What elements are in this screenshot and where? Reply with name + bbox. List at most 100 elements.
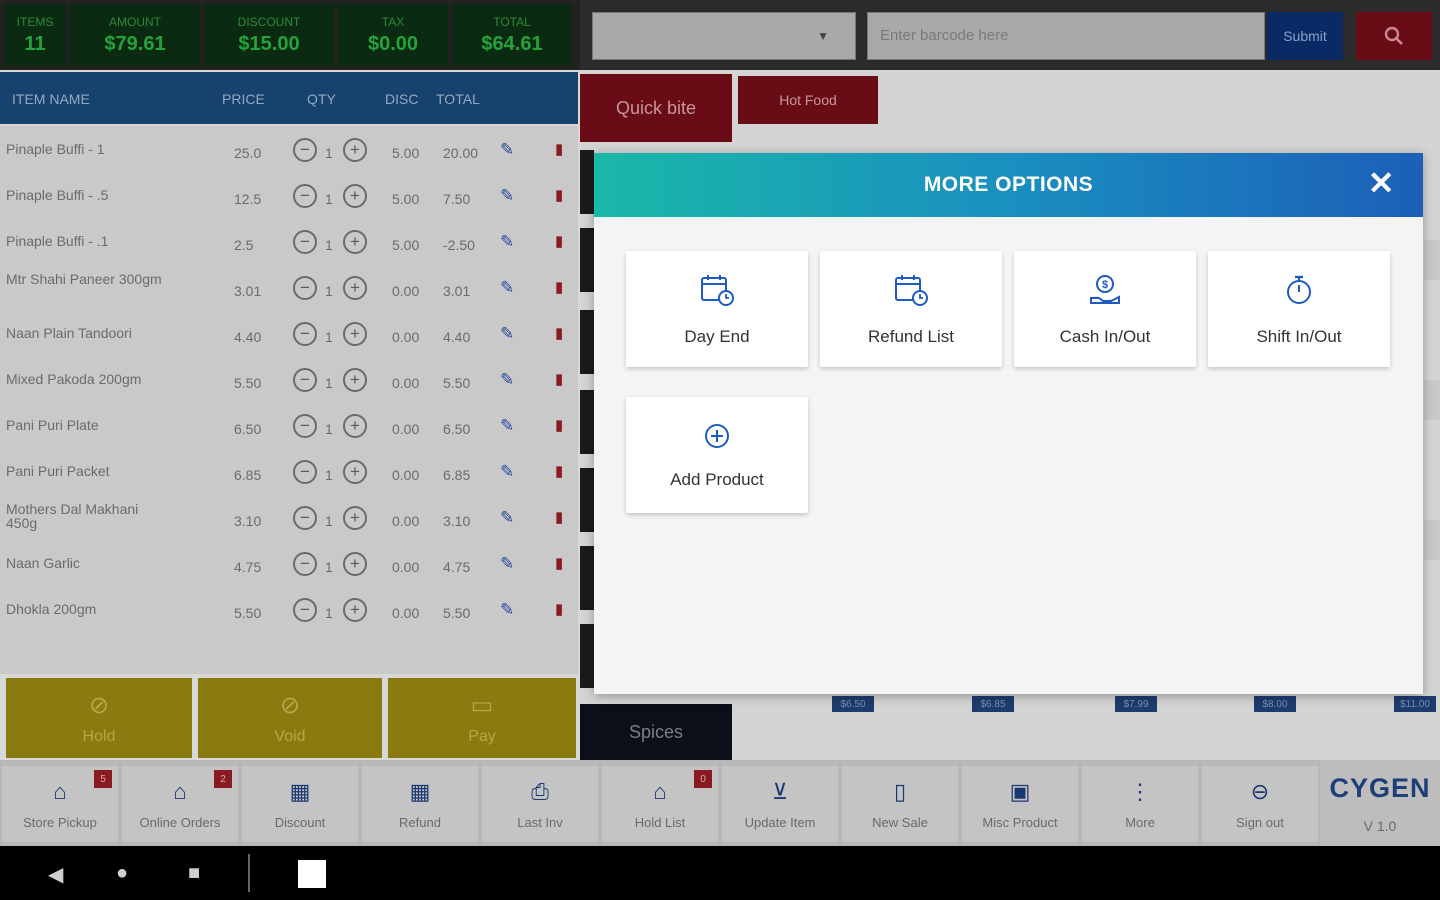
category-hot-food[interactable]: Hot Food — [738, 76, 878, 124]
table-row[interactable]: Pinaple Buffi - 1 25.0 − 1 + 5.00 20.00 … — [0, 128, 578, 172]
minus-icon[interactable]: − — [293, 322, 317, 346]
trash-icon[interactable]: ▮ — [555, 554, 563, 572]
table-row[interactable]: Naan Garlic 4.75 − 1 + 0.00 4.75 ✎ ▮ — [0, 542, 578, 586]
summary-amount: AMOUNT $79.61 — [70, 4, 200, 66]
home-icon[interactable]: ● — [116, 862, 128, 885]
edit-icon[interactable]: ✎ — [500, 416, 514, 436]
void-button[interactable]: ⊘ Void — [198, 678, 382, 758]
cash-in-out-option[interactable]: $ Cash In/Out — [1014, 251, 1196, 367]
category-tab[interactable] — [580, 150, 594, 214]
trash-icon[interactable]: ▮ — [555, 324, 563, 342]
minus-icon[interactable]: − — [293, 184, 317, 208]
category-tab[interactable] — [580, 468, 594, 532]
last-inv-button[interactable]: ⎙ Last Inv — [482, 766, 598, 842]
barcode-input[interactable]: Enter barcode here — [867, 12, 1265, 60]
trash-icon[interactable]: ▮ — [555, 278, 563, 296]
more-button[interactable]: ⋮ More — [1082, 766, 1198, 842]
edit-icon[interactable]: ✎ — [500, 462, 514, 482]
trash-icon[interactable]: ▮ — [555, 186, 563, 204]
update-item-button[interactable]: ⊻ Update Item — [722, 766, 838, 842]
table-row[interactable]: Pinaple Buffi - .1 2.5 − 1 + 5.00 -2.50 … — [0, 220, 578, 264]
more-options-dialog: MORE OPTIONS ✕ Day End Refund List $ Cas… — [594, 153, 1423, 694]
search-button[interactable] — [1356, 12, 1432, 60]
table-row[interactable]: Pani Puri Plate 6.50 − 1 + 0.00 6.50 ✎ ▮ — [0, 404, 578, 448]
edit-icon[interactable]: ✎ — [500, 324, 514, 344]
minus-icon[interactable]: − — [293, 552, 317, 576]
add-product-option[interactable]: Add Product — [626, 397, 808, 513]
misc-product-button[interactable]: ▣ Misc Product — [962, 766, 1078, 842]
trash-icon[interactable]: ▮ — [555, 508, 563, 526]
minus-icon[interactable]: − — [293, 598, 317, 622]
minus-icon[interactable]: − — [293, 368, 317, 392]
plus-icon[interactable]: + — [343, 368, 367, 392]
plus-icon[interactable]: + — [343, 230, 367, 254]
minus-icon[interactable]: − — [293, 506, 317, 530]
table-row[interactable]: Mtr Shahi Paneer 300gm 3.01 − 1 + 0.00 3… — [0, 266, 578, 310]
pinned-app-icon[interactable] — [298, 860, 326, 888]
product-tile[interactable] — [1424, 520, 1440, 560]
discount-button[interactable]: ▦ Discount — [242, 766, 358, 842]
product-tile[interactable] — [1424, 380, 1440, 420]
plus-icon[interactable]: + — [343, 276, 367, 300]
edit-icon[interactable]: ✎ — [500, 554, 514, 574]
category-tab[interactable] — [580, 228, 594, 292]
submit-button[interactable]: Submit — [1267, 12, 1343, 60]
table-row[interactable]: Naan Plain Tandoori 4.40 − 1 + 0.00 4.40… — [0, 312, 578, 356]
trash-icon[interactable]: ▮ — [555, 140, 563, 158]
table-row[interactable]: Dhokla 200gm 5.50 − 1 + 0.00 5.50 ✎ ▮ — [0, 588, 578, 632]
trash-icon[interactable]: ▮ — [555, 600, 563, 618]
hold-button[interactable]: ⊘ Hold — [6, 678, 192, 758]
new-sale-button[interactable]: ▯ New Sale — [842, 766, 958, 842]
edit-icon[interactable]: ✎ — [500, 600, 514, 620]
product-tile[interactable] — [1424, 240, 1440, 280]
plus-icon[interactable]: + — [343, 460, 367, 484]
minus-icon[interactable]: − — [293, 138, 317, 162]
trash-icon[interactable]: ▮ — [555, 370, 563, 388]
plus-icon[interactable]: + — [343, 552, 367, 576]
table-row[interactable]: Mixed Pakoda 200gm 5.50 − 1 + 0.00 5.50 … — [0, 358, 578, 402]
trash-icon[interactable]: ▮ — [555, 232, 563, 250]
plus-icon[interactable]: + — [343, 414, 367, 438]
edit-icon[interactable]: ✎ — [500, 508, 514, 528]
row-price: 3.01 — [234, 283, 262, 299]
close-icon[interactable]: ✕ — [1368, 167, 1395, 199]
table-row[interactable]: Pinaple Buffi - .5 12.5 − 1 + 5.00 7.50 … — [0, 174, 578, 218]
edit-icon[interactable]: ✎ — [500, 278, 514, 298]
recents-icon[interactable]: ■ — [188, 862, 200, 885]
row-total: 20.00 — [443, 145, 479, 161]
minus-icon[interactable]: − — [293, 414, 317, 438]
day-end-option[interactable]: Day End — [626, 251, 808, 367]
trash-icon[interactable]: ▮ — [555, 416, 563, 434]
table-row[interactable]: Mothers Dal Makhani 450g 3.10 − 1 + 0.00… — [0, 496, 578, 540]
category-tab[interactable] — [580, 546, 594, 610]
plus-icon[interactable]: + — [343, 598, 367, 622]
minus-icon[interactable]: − — [293, 460, 317, 484]
edit-icon[interactable]: ✎ — [500, 140, 514, 160]
back-icon[interactable]: ◀ — [48, 862, 63, 887]
edit-icon[interactable]: ✎ — [500, 232, 514, 252]
category-spices[interactable]: Spices — [580, 704, 732, 760]
store-pickup-button[interactable]: 5 ⌂ Store Pickup — [2, 766, 118, 842]
online-orders-button[interactable]: 2 ⌂ Online Orders — [122, 766, 238, 842]
category-tab[interactable] — [580, 624, 594, 688]
table-row[interactable]: Pani Puri Packet 6.85 − 1 + 0.00 6.85 ✎ … — [0, 450, 578, 494]
shift-in-out-option[interactable]: Shift In/Out — [1208, 251, 1390, 367]
customer-select[interactable]: ▼ — [592, 12, 856, 60]
refund-list-option[interactable]: Refund List — [820, 251, 1002, 367]
category-tab[interactable] — [580, 310, 594, 374]
edit-icon[interactable]: ✎ — [500, 186, 514, 206]
plus-icon[interactable]: + — [343, 506, 367, 530]
refund-button[interactable]: ▦ Refund — [362, 766, 478, 842]
sign-out-button[interactable]: ⊖ Sign out — [1202, 766, 1318, 842]
hold-list-button[interactable]: 0 ⌂ Hold List — [602, 766, 718, 842]
trash-icon[interactable]: ▮ — [555, 462, 563, 480]
minus-icon[interactable]: − — [293, 230, 317, 254]
category-quick-bite[interactable]: Quick bite — [580, 74, 732, 142]
category-tab[interactable] — [580, 390, 594, 454]
plus-icon[interactable]: + — [343, 322, 367, 346]
edit-icon[interactable]: ✎ — [500, 370, 514, 390]
pay-button[interactable]: ▭ Pay — [388, 678, 576, 758]
plus-icon[interactable]: + — [343, 184, 367, 208]
plus-icon[interactable]: + — [343, 138, 367, 162]
minus-icon[interactable]: − — [293, 276, 317, 300]
